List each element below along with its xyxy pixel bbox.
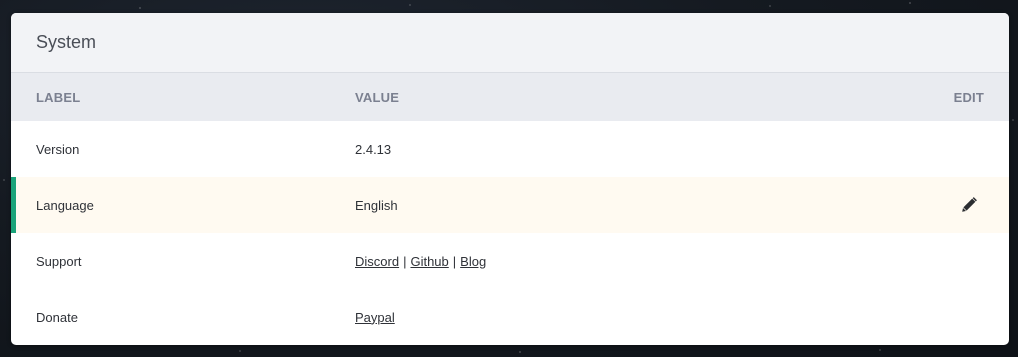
discord-link[interactable]: Discord xyxy=(355,254,399,269)
panel-title: System xyxy=(36,32,97,52)
donate-links: Paypal xyxy=(355,310,395,325)
link-separator: | xyxy=(452,253,457,269)
row-label: Support xyxy=(36,253,82,269)
table-row-language[interactable]: Language English xyxy=(11,177,1009,233)
github-link[interactable]: Github xyxy=(410,254,448,269)
table-row-donate: Donate Paypal xyxy=(11,289,1009,345)
system-panel: System LABEL VALUE EDIT Version 2.4.13 L… xyxy=(11,13,1009,345)
column-header-edit: EDIT xyxy=(953,89,984,105)
table-row-support: Support Discord | Github | Blog xyxy=(11,233,1009,289)
row-value: 2.4.13 xyxy=(355,141,392,157)
row-label: Donate xyxy=(36,309,78,325)
column-header-value: VALUE xyxy=(355,89,400,105)
row-label: Version xyxy=(36,141,80,157)
row-label: Language xyxy=(36,197,94,213)
paypal-link[interactable]: Paypal xyxy=(355,310,395,325)
row-value: English xyxy=(355,197,398,213)
blog-link[interactable]: Blog xyxy=(460,254,486,269)
panel-header: System xyxy=(11,13,1009,73)
link-separator: | xyxy=(403,253,407,269)
pencil-icon[interactable] xyxy=(961,197,977,213)
column-header-label: LABEL xyxy=(36,89,81,105)
table-header-row: LABEL VALUE EDIT xyxy=(11,73,1009,121)
support-links: Discord | Github | Blog xyxy=(355,254,486,269)
table-row-version: Version 2.4.13 xyxy=(11,121,1009,177)
